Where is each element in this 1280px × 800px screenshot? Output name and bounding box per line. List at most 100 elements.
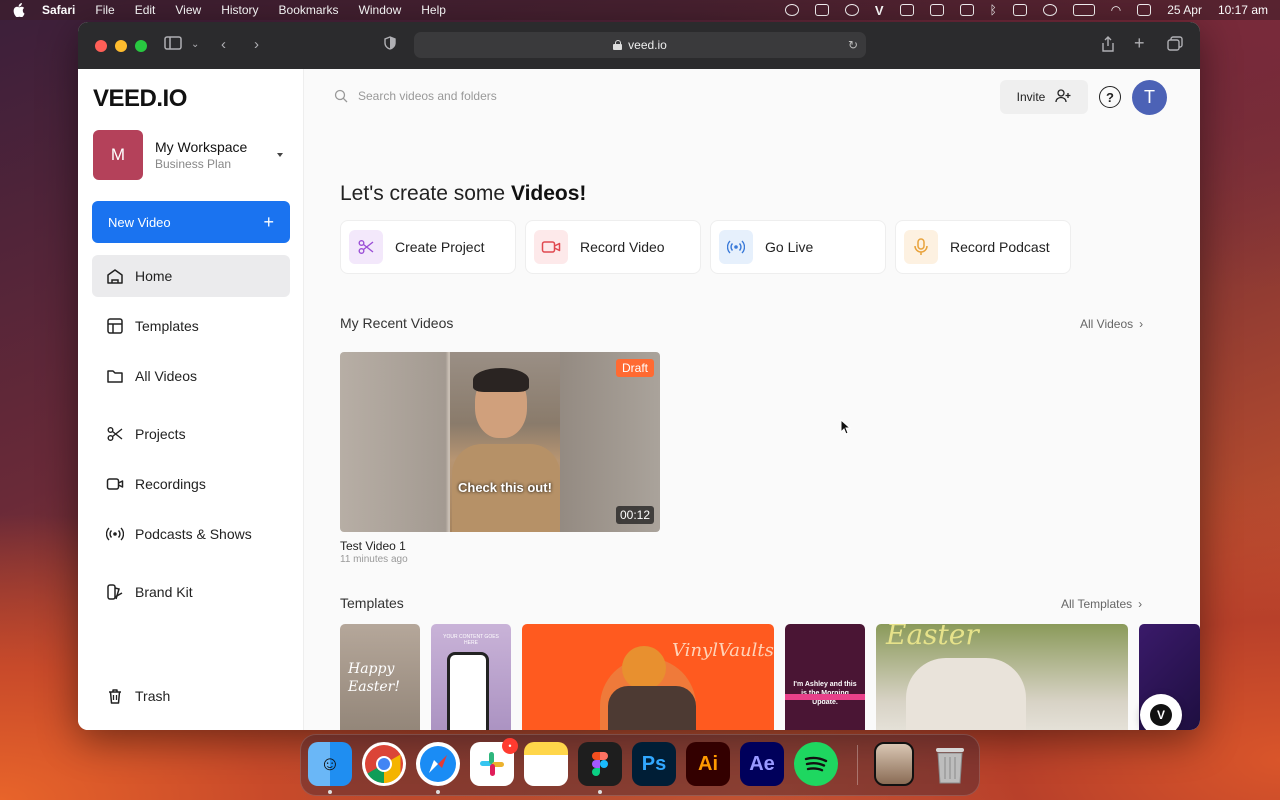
workspace-switcher[interactable]: M My Workspace Business Plan xyxy=(93,130,289,180)
template-text: YOUR CONTENT GOES HERE xyxy=(443,634,499,646)
record-video-button[interactable]: Record Video xyxy=(525,220,701,274)
finder-icon[interactable]: ☺ xyxy=(308,742,352,786)
template-stripe xyxy=(785,694,865,700)
bluetooth-icon[interactable]: ᛒ xyxy=(990,3,997,17)
menu-edit[interactable]: Edit xyxy=(135,3,156,17)
template-person-body xyxy=(608,686,696,730)
template-card[interactable]: I'm Ashley and this is the Morning Updat… xyxy=(785,624,865,730)
cursor-tray-icon[interactable] xyxy=(929,4,944,16)
menu-file[interactable]: File xyxy=(95,3,114,17)
workspace-avatar: M xyxy=(93,130,143,180)
preview-icon[interactable] xyxy=(874,742,914,786)
after-effects-icon[interactable]: Ae xyxy=(740,742,784,786)
chevron-down-icon[interactable]: ⌄ xyxy=(191,39,199,50)
template-text: Easter xyxy=(886,624,979,651)
creative-cloud-icon[interactable] xyxy=(844,4,859,16)
trash-can-icon[interactable] xyxy=(928,742,972,786)
menu-window[interactable]: Window xyxy=(359,3,402,17)
sidebar-item-projects[interactable]: Projects xyxy=(92,413,290,455)
menubar-time[interactable]: 10:17 am xyxy=(1218,3,1268,17)
add-user-icon xyxy=(1055,88,1071,106)
record-podcast-button[interactable]: Record Podcast xyxy=(895,220,1071,274)
template-card[interactable]: VinylVaults xyxy=(522,624,774,730)
share-icon[interactable] xyxy=(1101,36,1115,56)
wifi-icon[interactable]: ◠ xyxy=(1111,3,1121,17)
sidebar-item-trash[interactable]: Trash xyxy=(92,675,290,717)
new-tab-icon[interactable]: + xyxy=(1134,33,1145,54)
slack-badge: • xyxy=(502,738,518,754)
vectorize-icon[interactable]: V xyxy=(875,3,884,18)
menu-history[interactable]: History xyxy=(221,3,258,17)
invite-button[interactable]: Invite xyxy=(1000,80,1088,114)
minimize-window-button[interactable] xyxy=(115,39,127,52)
dock: ☺ • Ps Ai Ae xyxy=(300,734,980,796)
headphones-icon[interactable] xyxy=(1042,4,1057,16)
template-card[interactable]: Happy Easter! xyxy=(340,624,420,730)
chrome-icon[interactable] xyxy=(362,742,406,786)
privacy-shield-icon[interactable] xyxy=(384,36,396,54)
sidebar-item-brand-kit[interactable]: Brand Kit xyxy=(92,571,290,613)
photoshop-icon[interactable]: Ps xyxy=(632,742,676,786)
tab-overview-icon[interactable] xyxy=(1167,36,1183,56)
back-icon[interactable]: ‹ xyxy=(221,36,226,53)
create-project-button[interactable]: Create Project xyxy=(340,220,516,274)
control-center-icon[interactable] xyxy=(1137,4,1152,16)
chat-support-button[interactable]: V xyxy=(1140,694,1182,730)
go-live-button[interactable]: Go Live xyxy=(710,220,886,274)
broadcast-icon xyxy=(106,525,124,543)
reload-icon[interactable]: ↻ xyxy=(848,38,858,52)
sidebar-item-home[interactable]: Home xyxy=(92,255,290,297)
all-videos-label: All Videos xyxy=(1080,317,1134,331)
figma-tray-icon[interactable] xyxy=(814,4,829,16)
video-title[interactable]: Test Video 1 xyxy=(340,539,406,553)
zoom-window-button[interactable] xyxy=(135,39,147,52)
record-status-icon[interactable] xyxy=(784,4,799,16)
all-videos-link[interactable]: All Videos › xyxy=(1080,317,1143,331)
template-card[interactable]: Easter xyxy=(876,624,1128,730)
folder-icon xyxy=(106,367,124,385)
template-text: VinylVaults xyxy=(672,640,774,661)
video-thumbnail[interactable]: Check this out! Draft 00:12 xyxy=(340,352,660,532)
new-video-button[interactable]: New Video + xyxy=(92,201,290,243)
menu-view[interactable]: View xyxy=(175,3,201,17)
illustrator-icon[interactable]: Ai xyxy=(686,742,730,786)
safari-icon[interactable] xyxy=(416,742,460,786)
menu-bookmarks[interactable]: Bookmarks xyxy=(279,3,339,17)
user-avatar[interactable]: T xyxy=(1132,80,1167,115)
clipboard-tray-icon[interactable] xyxy=(959,4,974,16)
menu-help[interactable]: Help xyxy=(421,3,446,17)
sidebar-item-templates[interactable]: Templates xyxy=(92,305,290,347)
battery-icon[interactable] xyxy=(1072,4,1095,16)
menu-app-name[interactable]: Safari xyxy=(42,3,75,17)
sidebar-item-label: Brand Kit xyxy=(135,584,193,600)
workspace-plan: Business Plan xyxy=(155,157,232,171)
chevron-right-icon: › xyxy=(1138,597,1143,611)
sidebar-item-label: Home xyxy=(135,268,173,284)
address-bar[interactable]: veed.io ↻ xyxy=(414,32,866,58)
help-button[interactable]: ? xyxy=(1099,86,1121,108)
forward-icon[interactable]: › xyxy=(254,36,259,53)
sidebar-item-recordings[interactable]: Recordings xyxy=(92,463,290,505)
apple-icon[interactable] xyxy=(12,3,26,18)
sidebar: VEED.IO M My Workspace Business Plan New… xyxy=(78,69,304,730)
notes-icon[interactable] xyxy=(524,742,568,786)
search-bar[interactable]: Search videos and folders xyxy=(334,89,497,103)
close-window-button[interactable] xyxy=(95,39,107,52)
sidebar-item-podcasts[interactable]: Podcasts & Shows xyxy=(92,513,290,555)
person-hair xyxy=(473,368,529,392)
template-text: Happy Easter! xyxy=(348,661,400,695)
layout-tray-icon[interactable] xyxy=(899,4,914,16)
all-templates-link[interactable]: All Templates › xyxy=(1061,597,1142,611)
running-indicator xyxy=(328,790,332,794)
sidebar-item-all-videos[interactable]: All Videos xyxy=(92,355,290,397)
home-icon xyxy=(106,267,124,285)
sidebar-item-label: Projects xyxy=(135,426,186,442)
veed-logo[interactable]: VEED.IO xyxy=(93,85,187,113)
search-input[interactable]: Search videos and folders xyxy=(358,89,497,103)
spotify-icon[interactable] xyxy=(794,742,838,786)
template-card[interactable]: YOUR CONTENT GOES HERE xyxy=(431,624,511,730)
figma-icon[interactable] xyxy=(578,742,622,786)
menubar-date[interactable]: 25 Apr xyxy=(1167,3,1202,17)
sidebar-toggle-icon[interactable] xyxy=(164,36,182,54)
display-icon[interactable] xyxy=(1012,4,1027,16)
